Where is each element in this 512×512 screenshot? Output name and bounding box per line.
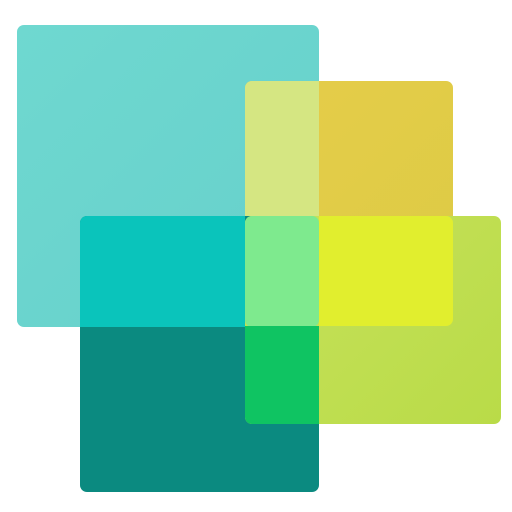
pale-yellow-overlap: [245, 81, 319, 216]
green-overlap: [245, 326, 319, 424]
cyan-overlap: [80, 216, 245, 327]
mint-overlap: [245, 216, 319, 327]
bright-yellow-overlap: [319, 216, 453, 326]
logo-canvas: [0, 0, 512, 512]
